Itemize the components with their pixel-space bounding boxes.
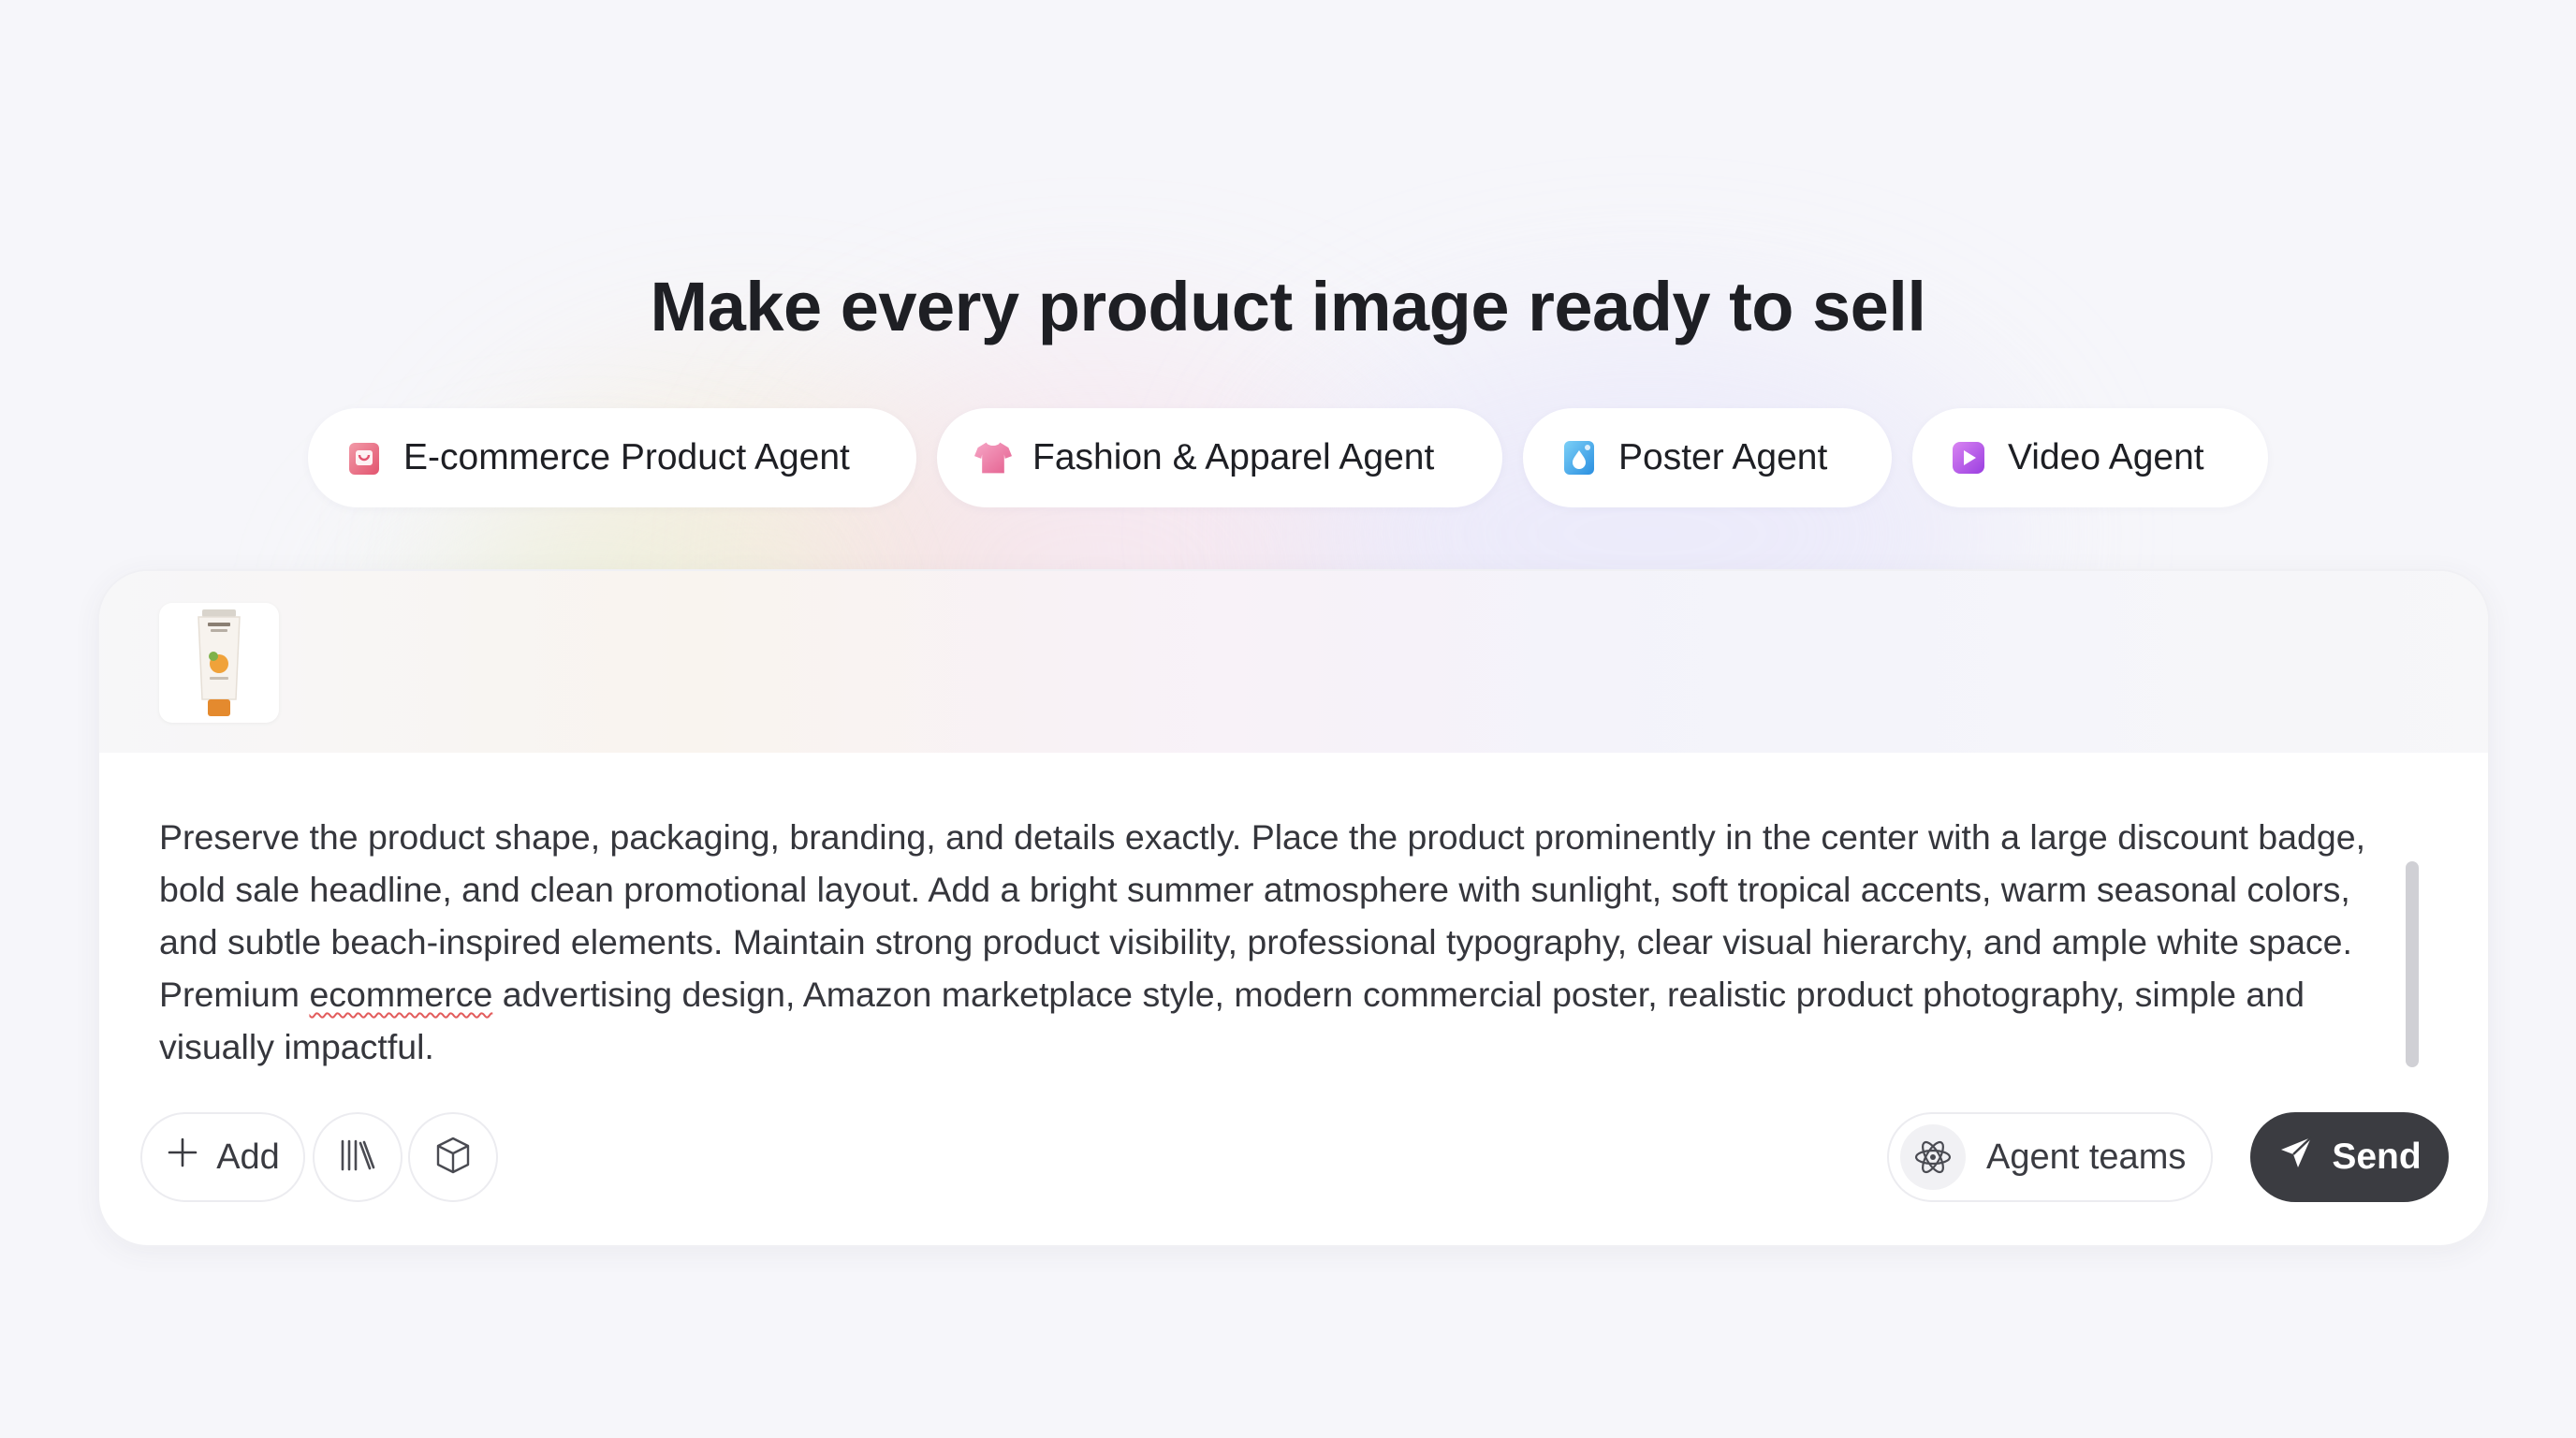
page: Make every product image ready to sell E… bbox=[0, 0, 2576, 1438]
agent-pill-label: Poster Agent bbox=[1618, 437, 1828, 477]
agent-pill-fashion[interactable]: Fashion & Apparel Agent bbox=[937, 408, 1502, 507]
prompt-textarea[interactable]: Preserve the product shape, packaging, b… bbox=[159, 811, 2415, 1073]
attachment-tray bbox=[99, 571, 2488, 753]
3d-model-button[interactable] bbox=[408, 1112, 498, 1202]
video-play-icon bbox=[1950, 439, 1987, 477]
send-button-label: Send bbox=[2332, 1137, 2422, 1177]
cube-icon bbox=[433, 1136, 473, 1180]
agent-pill-label: Fashion & Apparel Agent bbox=[1032, 437, 1435, 477]
agent-selector: E-commerce Product Agent Fashion & Appar… bbox=[0, 408, 2576, 507]
add-button[interactable]: Add bbox=[140, 1112, 305, 1202]
agent-pill-poster[interactable]: Poster Agent bbox=[1523, 408, 1892, 507]
agent-pill-ecommerce[interactable]: E-commerce Product Agent bbox=[308, 408, 916, 507]
library-button[interactable] bbox=[313, 1112, 402, 1202]
prompt-scrollbar[interactable] bbox=[2406, 861, 2419, 1067]
library-icon bbox=[339, 1137, 376, 1178]
poster-icon bbox=[1560, 439, 1598, 477]
send-button[interactable]: Send bbox=[2250, 1112, 2449, 1202]
page-title: Make every product image ready to sell bbox=[650, 268, 1926, 345]
atom-icon bbox=[1900, 1124, 1966, 1190]
agent-pill-video[interactable]: Video Agent bbox=[1912, 408, 2268, 507]
spellcheck-flag[interactable]: ecommerce bbox=[309, 975, 492, 1014]
attachment-thumbnail[interactable] bbox=[159, 603, 279, 723]
agent-pill-label: Video Agent bbox=[2008, 437, 2204, 477]
product-tube-icon bbox=[198, 609, 241, 716]
agent-pill-label: E-commerce Product Agent bbox=[403, 437, 850, 477]
add-button-label: Add bbox=[216, 1137, 280, 1177]
prompt-composer: Preserve the product shape, packaging, b… bbox=[97, 569, 2490, 1247]
plus-icon bbox=[166, 1136, 199, 1179]
agent-teams-button[interactable]: Agent teams bbox=[1887, 1112, 2213, 1202]
tshirt-icon bbox=[974, 439, 1012, 477]
send-icon bbox=[2277, 1134, 2315, 1181]
shopping-bag-icon bbox=[345, 439, 383, 477]
agent-teams-label: Agent teams bbox=[1986, 1137, 2187, 1177]
